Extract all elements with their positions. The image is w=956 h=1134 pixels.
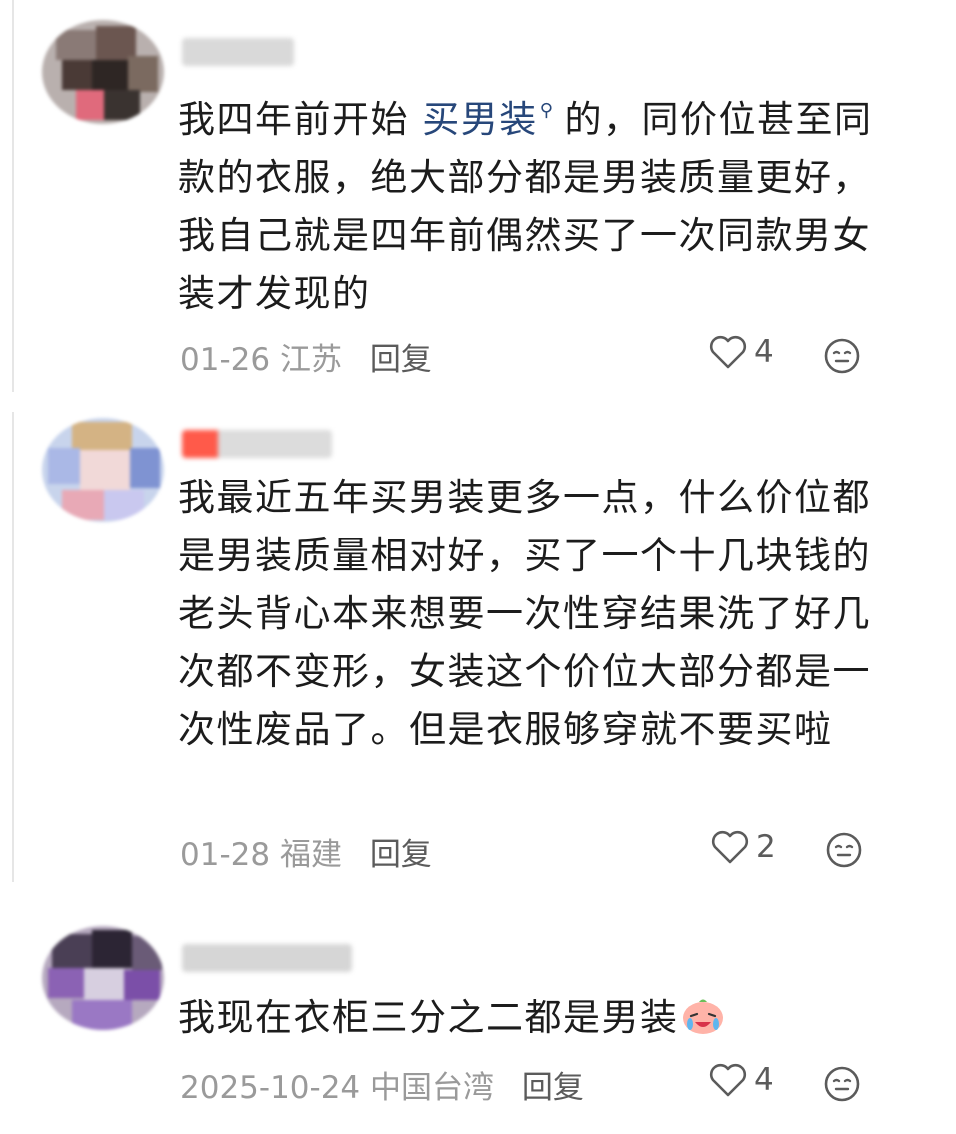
comment-text: 我最近五年买男装更多一点，什么价位都是男装质量相对好，买了一个十几块钱的老头背心…: [178, 476, 871, 751]
avatar[interactable]: [42, 20, 164, 124]
avatar[interactable]: [42, 418, 164, 522]
username-blurred[interactable]: [182, 38, 294, 66]
reply-button[interactable]: 回复: [370, 837, 432, 873]
comment-meta: 2025-10-24 中国台湾 回复: [180, 1062, 584, 1107]
comment-meta: 01-28 福建 回复: [180, 829, 432, 874]
emoji-face-icon: [826, 832, 862, 868]
emoji-reaction-button[interactable]: [822, 1064, 862, 1108]
comment-item: 我最近五年买男装更多一点，什么价位都是男装质量相对好，买了一个十几块钱的老头背心…: [0, 400, 956, 890]
comment-location: 福建: [279, 837, 342, 873]
like-button[interactable]: 2: [710, 829, 776, 865]
username-blurred[interactable]: [182, 430, 332, 458]
comment-meta: 01-26 江苏 回复: [180, 334, 432, 379]
heart-outline-icon: [709, 1063, 747, 1097]
search-icon[interactable]: ⚲: [540, 100, 555, 121]
emoji-face-icon: [824, 1066, 860, 1102]
comment-location: 江苏: [279, 342, 342, 378]
like-count: 4: [754, 1062, 774, 1098]
comment-item: 我现在衣柜三分之二都是男装 2025-10-24 中国台湾 回复 4: [0, 900, 956, 1134]
comment-date: 01-26: [180, 342, 271, 378]
heart-outline-icon: [709, 335, 747, 369]
emoji-reaction-button[interactable]: [822, 336, 862, 380]
emoji-reaction-button[interactable]: [824, 830, 864, 874]
reply-button[interactable]: 回复: [522, 1070, 584, 1106]
like-count: 4: [754, 334, 774, 370]
like-button[interactable]: 4: [708, 1062, 774, 1098]
comment-date: 01-28: [180, 837, 271, 873]
comment-text-before: 我四年前开始: [178, 98, 423, 141]
heart-outline-icon: [711, 830, 749, 864]
comment-item: 我四年前开始 买男装 ⚲ 的，同价位甚至同款的衣服，绝大部分都是男装质量更好，我自己…: [0, 0, 956, 400]
avatar[interactable]: [42, 926, 164, 1030]
crying-laugh-emoji: [682, 999, 723, 1034]
like-button[interactable]: 4: [708, 334, 774, 370]
reply-button[interactable]: 回复: [370, 342, 432, 378]
comment-location: 中国台湾: [370, 1070, 495, 1106]
emoji-face-icon: [824, 338, 860, 374]
comment-text-body: 我现在衣柜三分之二都是男装: [178, 996, 679, 1039]
search-link[interactable]: 买男装: [422, 98, 538, 141]
like-count: 2: [756, 829, 776, 865]
username-blurred[interactable]: [182, 944, 352, 972]
comment-text: 我现在衣柜三分之二都是男装: [178, 989, 886, 1047]
comment-date: 2025-10-24: [180, 1070, 361, 1106]
comment-text: 我四年前开始 买男装 ⚲ 的，同价位甚至同款的衣服，绝大部分都是男装质量更好，我自己…: [178, 82, 886, 323]
